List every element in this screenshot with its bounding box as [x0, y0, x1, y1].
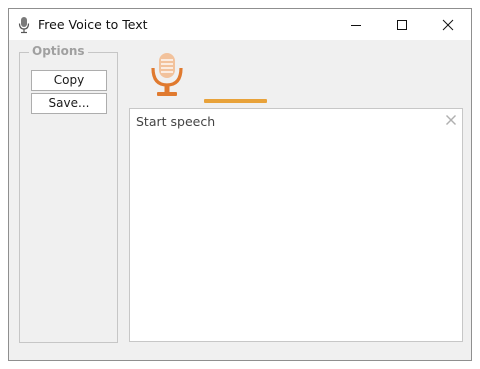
close-icon	[442, 19, 454, 31]
client-area: Options Copy Save... Start speech	[9, 40, 471, 360]
speech-text: Start speech	[136, 114, 216, 129]
minimize-icon	[351, 25, 361, 26]
window-title: Free Voice to Text	[38, 17, 148, 32]
options-group: Options Copy Save...	[19, 44, 118, 343]
title-bar[interactable]: Free Voice to Text	[9, 9, 471, 40]
clear-x-icon[interactable]	[445, 114, 457, 126]
maximize-icon	[397, 20, 407, 30]
save-button[interactable]: Save...	[31, 93, 107, 114]
record-microphone-icon[interactable]	[150, 51, 184, 99]
minimize-button[interactable]	[333, 9, 379, 40]
copy-button[interactable]: Copy	[31, 70, 107, 91]
close-button[interactable]	[425, 9, 471, 40]
app-window: Free Voice to Text Options Copy Save...	[8, 8, 472, 361]
options-legend: Options	[29, 44, 88, 58]
maximize-button[interactable]	[379, 9, 425, 40]
speech-text-area[interactable]: Start speech	[129, 108, 463, 342]
audio-level-bar	[204, 99, 267, 103]
microphone-icon	[18, 16, 30, 34]
